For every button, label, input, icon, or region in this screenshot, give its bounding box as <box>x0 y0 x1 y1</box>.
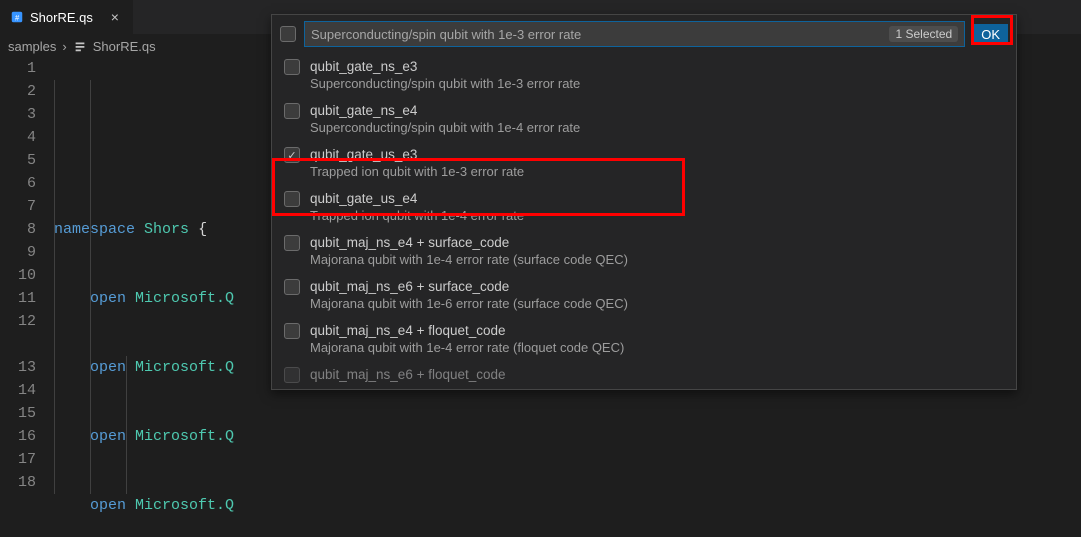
quickpick-input[interactable] <box>311 27 889 42</box>
item-description: Trapped ion qubit with 1e-3 error rate <box>310 164 524 179</box>
quickpick-header: 1 Selected OK <box>272 15 1016 53</box>
quickpick-item[interactable]: qubit_maj_ns_e6 + surface_code Majorana q… <box>272 273 1016 317</box>
line-number: 4 <box>0 126 36 149</box>
line-number: 14 <box>0 379 36 402</box>
item-description: Superconducting/spin qubit with 1e-4 err… <box>310 120 580 135</box>
code-token: namespace <box>54 221 135 238</box>
quickpick-item[interactable]: qubit_gate_ns_e3 Superconducting/spin qub… <box>272 53 1016 97</box>
code-token: Microsoft.Q <box>135 497 234 514</box>
qsharp-file-icon: # <box>10 10 24 24</box>
line-number: 7 <box>0 195 36 218</box>
line-number: 1 <box>0 57 36 80</box>
code-token: Microsoft.Q <box>135 359 234 376</box>
line-number: 2 <box>0 80 36 103</box>
quickpick-dropdown: 1 Selected OK qubit_gate_ns_e3 Supercondu… <box>271 14 1017 390</box>
code-token: open <box>90 428 126 445</box>
ok-button[interactable]: OK <box>973 24 1008 45</box>
tab-filename: ShorRE.qs <box>30 10 93 25</box>
item-title: qubit_gate_us_e4 <box>310 191 524 206</box>
line-number: 3 <box>0 103 36 126</box>
item-checkbox[interactable] <box>284 323 300 339</box>
breadcrumb-file[interactable]: ShorRE.qs <box>93 39 156 54</box>
code-token: Shors <box>144 221 189 238</box>
item-description: Trapped ion qubit with 1e-4 error rate <box>310 208 524 223</box>
svg-text:#: # <box>15 13 20 23</box>
line-number: 12 <box>0 310 36 333</box>
line-number: 13 <box>0 356 36 379</box>
quickpick-item[interactable]: qubit_gate_us_e4 Trapped ion qubit with 1… <box>272 185 1016 229</box>
qsharp-file-icon <box>73 39 87 53</box>
chevron-right-icon: › <box>62 39 66 54</box>
quickpick-item[interactable]: qubit_gate_ns_e4 Superconducting/spin qub… <box>272 97 1016 141</box>
line-number <box>0 333 36 356</box>
quickpick-list[interactable]: qubit_gate_ns_e3 Superconducting/spin qub… <box>272 53 1016 389</box>
item-checkbox[interactable] <box>284 367 300 383</box>
line-number-gutter: 123456789101112131415161718 <box>0 57 54 537</box>
line-number: 18 <box>0 471 36 494</box>
item-title: qubit_gate_ns_e3 <box>310 59 580 74</box>
item-description: Majorana qubit with 1e-6 error rate (sur… <box>310 296 628 311</box>
item-title: qubit_maj_ns_e4 + floquet_code <box>310 323 624 338</box>
item-checkbox[interactable] <box>284 103 300 119</box>
item-description: Superconducting/spin qubit with 1e-3 err… <box>310 76 580 91</box>
code-token: open <box>90 497 126 514</box>
close-icon[interactable]: × <box>107 9 123 25</box>
item-description: Majorana qubit with 1e-4 error rate (sur… <box>310 252 628 267</box>
line-number: 16 <box>0 425 36 448</box>
item-checkbox[interactable] <box>284 279 300 295</box>
code-token: { <box>198 221 207 238</box>
item-checkbox[interactable] <box>284 235 300 251</box>
code-token: open <box>90 290 126 307</box>
line-number: 17 <box>0 448 36 471</box>
item-title: qubit_maj_ns_e6 + surface_code <box>310 279 628 294</box>
quickpick-input-wrap: 1 Selected <box>304 21 965 47</box>
item-title: qubit_gate_us_e3 <box>310 147 524 162</box>
quickpick-item[interactable]: qubit_maj_ns_e4 + floquet_code Majorana q… <box>272 317 1016 361</box>
select-all-checkbox[interactable] <box>280 26 296 42</box>
line-number: 6 <box>0 172 36 195</box>
code-token: open <box>90 359 126 376</box>
item-checkbox[interactable] <box>284 59 300 75</box>
selection-count-badge: 1 Selected <box>889 26 958 42</box>
item-title: qubit_maj_ns_e6 + floquet_code <box>310 367 506 382</box>
line-number: 9 <box>0 241 36 264</box>
editor-tab[interactable]: # ShorRE.qs × <box>0 0 134 34</box>
quickpick-item[interactable]: qubit_maj_ns_e4 + surface_code Majorana q… <box>272 229 1016 273</box>
item-title: qubit_gate_ns_e4 <box>310 103 580 118</box>
line-number: 8 <box>0 218 36 241</box>
item-checkbox[interactable] <box>284 191 300 207</box>
line-number: 5 <box>0 149 36 172</box>
item-description: Majorana qubit with 1e-4 error rate (flo… <box>310 340 624 355</box>
line-number: 10 <box>0 264 36 287</box>
line-number: 15 <box>0 402 36 425</box>
code-token: Microsoft.Q <box>135 428 234 445</box>
line-number: 11 <box>0 287 36 310</box>
quickpick-item[interactable]: qubit_gate_us_e3 Trapped ion qubit with 1… <box>272 141 1016 185</box>
breadcrumb-root[interactable]: samples <box>8 39 56 54</box>
code-token: Microsoft.Q <box>135 290 234 307</box>
item-title: qubit_maj_ns_e4 + surface_code <box>310 235 628 250</box>
quickpick-item[interactable]: qubit_maj_ns_e6 + floquet_code <box>272 361 1016 389</box>
item-checkbox[interactable] <box>284 147 300 163</box>
